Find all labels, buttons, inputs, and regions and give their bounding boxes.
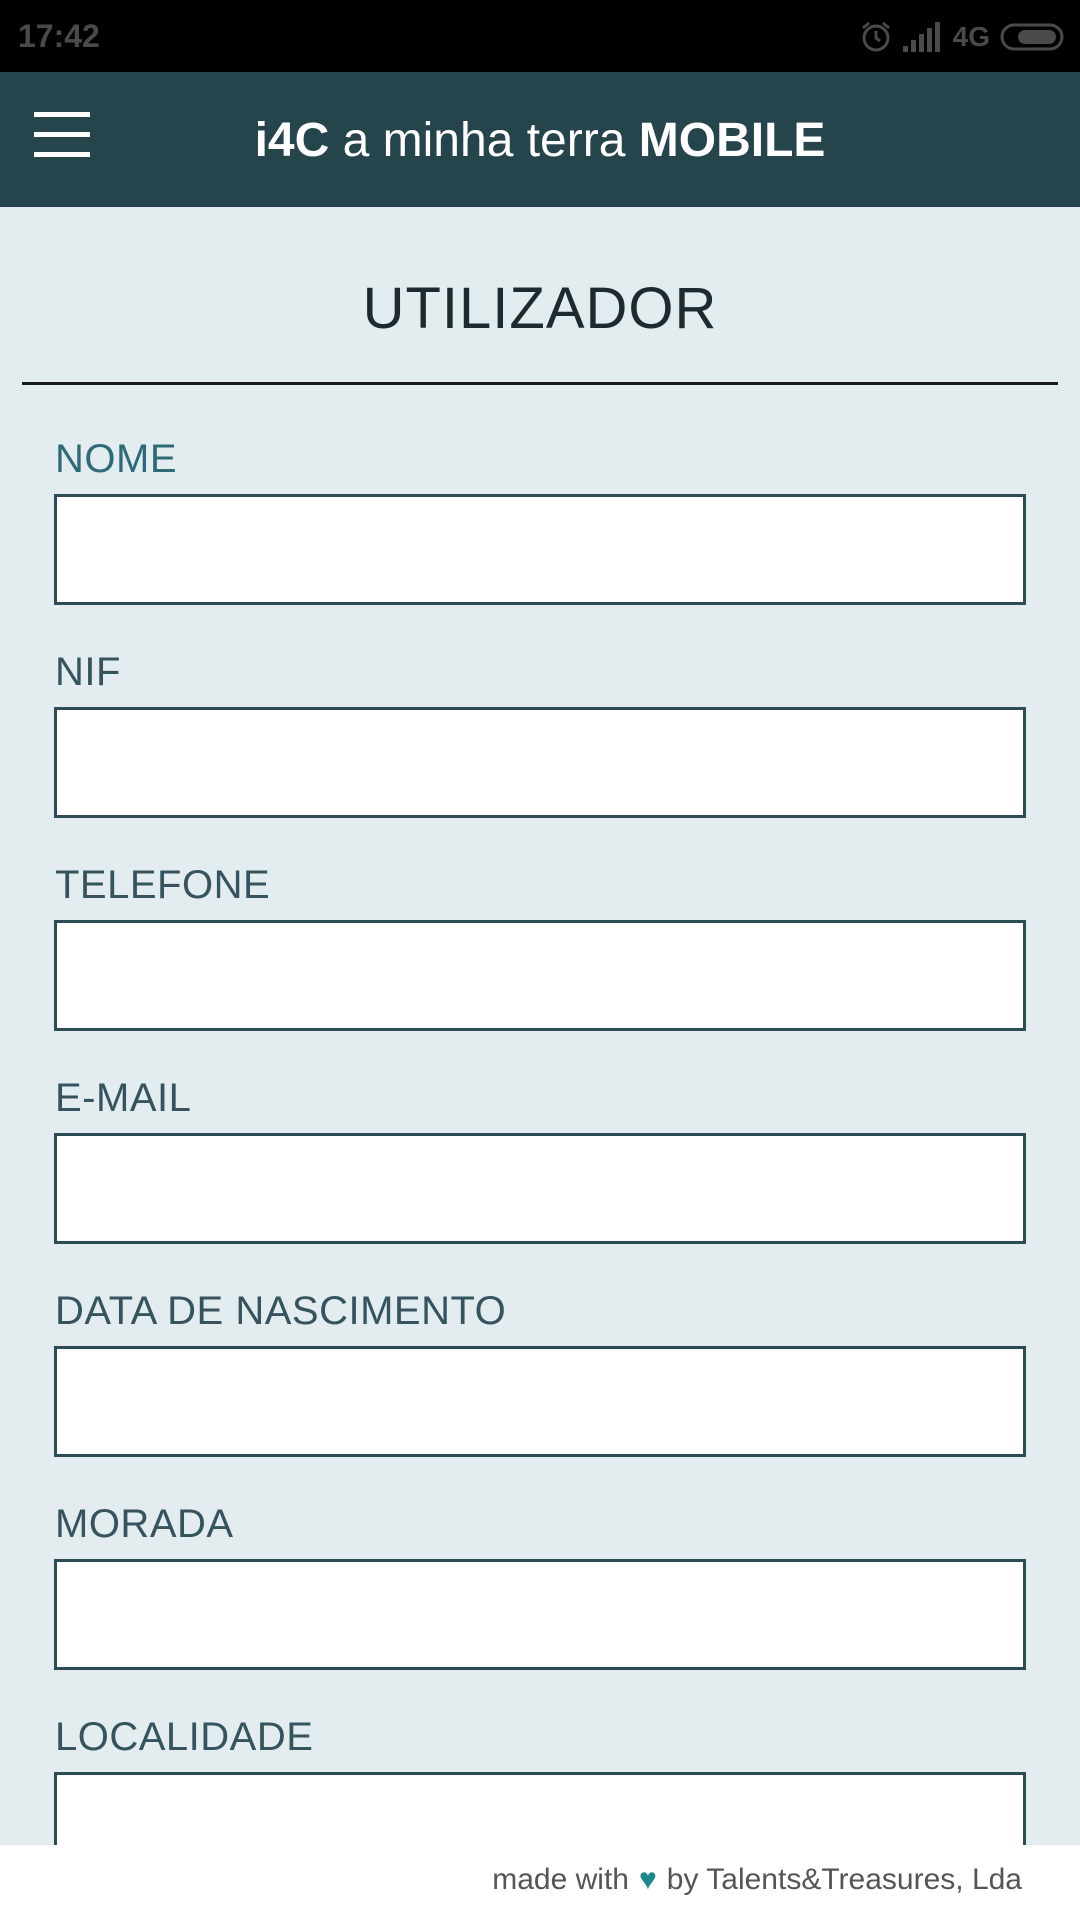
birthdate-label: DATA DE NASCIMENTO [55, 1289, 507, 1333]
app-title-middle: a minha terra [329, 114, 639, 167]
locality-field[interactable] [54, 1772, 1026, 1845]
heart-icon: ♥ [638, 1863, 657, 1896]
heading-divider [22, 382, 1058, 385]
name-label: NOME [55, 437, 177, 481]
footer-prefix: made with [492, 1863, 629, 1896]
address-field[interactable] [54, 1559, 1026, 1670]
app-title-suffix: MOBILE [638, 114, 826, 167]
email-field[interactable] [54, 1133, 1026, 1244]
status-bar: 17:42 4G [0, 0, 1080, 72]
phone-label: TELEFONE [55, 863, 271, 907]
footer: made with ♥ by Talents&Treasures, Lda [0, 1845, 1080, 1920]
locality-label: LOCALIDADE [55, 1715, 314, 1759]
app-bar: i4C a minha terra MOBILE [0, 72, 1080, 207]
alarm-icon [861, 21, 890, 52]
name-field[interactable] [54, 494, 1026, 605]
app-title: i4C a minha terra MOBILE [0, 110, 1080, 172]
address-label: MORADA [55, 1502, 234, 1546]
app-title-brand: i4C [254, 114, 330, 167]
network-type: 4G [952, 21, 990, 52]
phone-field[interactable] [54, 920, 1026, 1031]
footer-suffix: by Talents&Treasures, Lda [666, 1863, 1022, 1896]
nif-field[interactable] [54, 707, 1026, 818]
user-form-page: UTILIZADOR NOME NIF TELEFONE E-MAIL DATA… [0, 207, 1080, 1845]
status-time: 17:42 [18, 18, 100, 54]
birthdate-field[interactable] [54, 1346, 1026, 1457]
status-icons: 4G [859, 20, 1064, 54]
email-label: E-MAIL [55, 1076, 192, 1120]
page-title: UTILIZADOR [362, 276, 718, 341]
battery-icon [1000, 23, 1064, 51]
signal-icon [902, 22, 940, 52]
footer-credit: made with ♥ by Talents&Treasures, Lda [492, 1863, 1022, 1897]
nif-label: NIF [55, 650, 121, 694]
